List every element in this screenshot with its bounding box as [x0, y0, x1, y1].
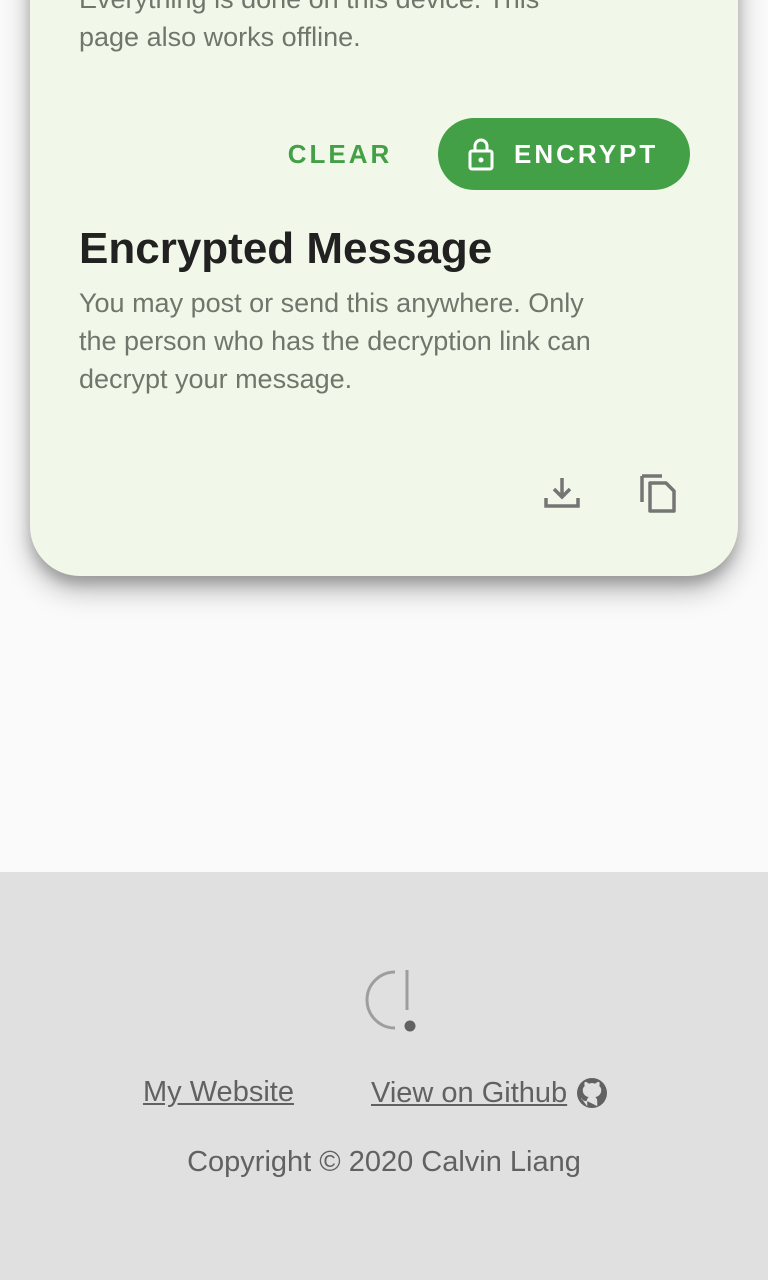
github-link-label: View on Github	[371, 1076, 568, 1109]
download-button[interactable]	[538, 470, 586, 518]
logo-icon	[349, 966, 421, 1038]
intro-text: Everything is done on this device. This …	[79, 0, 639, 56]
my-website-link[interactable]: My Website	[143, 1076, 294, 1109]
card-actions: CLEAR ENCRYPT	[30, 118, 738, 190]
download-icon	[542, 472, 582, 517]
encrypted-message-description: You may post or send this anywhere. Only…	[79, 284, 709, 398]
github-icon	[575, 1076, 609, 1110]
intro-line: Everything is done on this device. This	[79, 0, 639, 18]
copy-icon	[638, 470, 678, 519]
page: Everything is done on this device. This …	[0, 0, 768, 1280]
description-line: the person who has the decryption link c…	[79, 326, 591, 356]
encrypt-card: Everything is done on this device. This …	[30, 0, 738, 576]
copyright-text: Copyright © 2020 Calvin Liang	[187, 1146, 581, 1178]
encrypt-button[interactable]: ENCRYPT	[438, 118, 690, 190]
footer-links: My Website View on Github	[0, 1076, 768, 1116]
github-link[interactable]: View on Github	[371, 1076, 609, 1110]
intro-line: page also works offline.	[79, 22, 361, 52]
lock-icon	[466, 137, 496, 171]
encrypted-message-title: Encrypted Message	[79, 224, 493, 273]
footer: My Website View on Github Copyright © 20…	[0, 872, 768, 1280]
clear-button[interactable]: CLEAR	[270, 118, 410, 190]
copy-button[interactable]	[634, 470, 682, 518]
description-line: You may post or send this anywhere. Only	[79, 288, 584, 318]
encrypt-label: ENCRYPT	[514, 138, 659, 169]
description-line: decrypt your message.	[79, 364, 353, 394]
